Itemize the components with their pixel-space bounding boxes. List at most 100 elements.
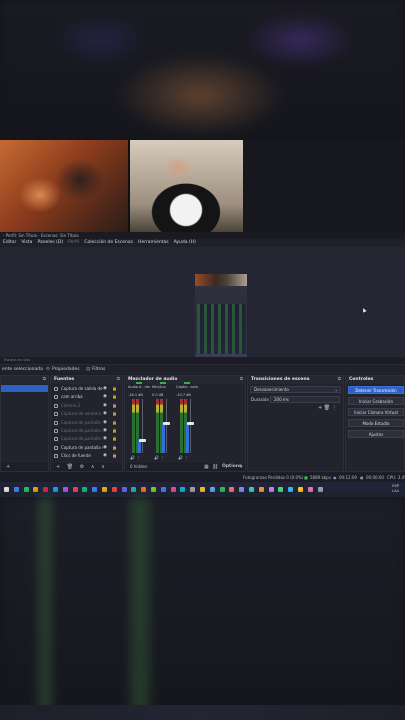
taskbar-app-icon[interactable] — [258, 487, 264, 492]
source-item[interactable]: Captura de pantalla 2 ◉ 🔒 — [53, 427, 122, 435]
lock-icon[interactable]: 🔒 — [112, 427, 117, 435]
eye-icon[interactable]: ◉ — [103, 385, 107, 393]
source-item[interactable]: cam arriba ◉ 🔒 — [53, 393, 122, 401]
lock-icon[interactable]: 🔒 — [112, 402, 117, 410]
taskbar-app-icon[interactable] — [151, 487, 156, 492]
lock-icon[interactable]: 🔒 — [112, 385, 117, 393]
menu-help[interactable]: Ayuda (H) — [174, 239, 196, 247]
eye-icon[interactable]: ◉ — [103, 410, 107, 418]
chevron-down-icon[interactable]: ▾ — [240, 463, 243, 471]
menu-view[interactable]: Vista — [21, 239, 32, 247]
preview-canvas[interactable] — [195, 274, 247, 366]
menu-profile[interactable]: Perfil — [68, 239, 79, 247]
lock-icon[interactable]: 🔒 — [112, 444, 117, 452]
eye-icon[interactable]: ◉ — [103, 444, 107, 452]
taskbar-app-icon[interactable] — [190, 487, 196, 492]
lock-icon[interactable]: 🔒 — [112, 435, 117, 443]
source-item[interactable]: Captura de salida de ◉ 🔒 — [53, 385, 122, 393]
source-properties-icon[interactable]: ⚙ — [80, 464, 84, 470]
taskbar-app-icon[interactable] — [23, 487, 29, 492]
taskbar-app-icon[interactable] — [33, 487, 39, 492]
taskbar-app-icon[interactable] — [102, 487, 107, 492]
menu-edit[interactable]: Editar — [3, 239, 16, 247]
remove-source-button[interactable]: 🗑 — [67, 464, 73, 470]
volume-slider-handle[interactable] — [139, 438, 146, 442]
transition-menu-icon[interactable]: ⋮ — [332, 405, 337, 411]
speaker-icon[interactable]: 🔊 — [178, 455, 183, 460]
source-item[interactable]: Clics de fuente ◉ 🔒 — [53, 452, 122, 460]
move-down-icon[interactable]: ∨ — [101, 464, 105, 470]
volume-slider-handle[interactable] — [163, 422, 170, 426]
start-virtual-camera-button[interactable]: Iniciar Cámara Virtual — [348, 408, 404, 416]
duration-input[interactable]: 200 ms — [270, 396, 340, 403]
dock-menu-icon[interactable]: ⧉ — [240, 376, 243, 384]
start-recording-button[interactable]: Iniciar Grabación — [348, 397, 404, 405]
source-item[interactable]: Captura de ventana ◉ 🔒 — [53, 410, 122, 418]
add-transition-button[interactable]: + — [318, 405, 322, 411]
taskbar-app-icon[interactable] — [180, 487, 186, 492]
preview-area[interactable] — [0, 247, 405, 366]
taskbar-app-icon[interactable] — [13, 487, 19, 492]
eye-icon[interactable]: ◉ — [103, 393, 107, 401]
stop-streaming-button[interactable]: Detener Transmisión — [348, 386, 404, 394]
eye-icon[interactable]: ◉ — [103, 427, 107, 435]
link-icon[interactable]: ⛓ — [212, 463, 218, 471]
transition-type-select[interactable]: Desvanecimiento ⌄ — [250, 386, 341, 393]
lock-icon[interactable]: 🔒 — [112, 452, 117, 460]
taskbar-app-icon[interactable] — [307, 487, 313, 492]
taskbar-app-icon[interactable] — [141, 487, 147, 492]
lock-icon[interactable]: 🔒 — [112, 410, 117, 418]
taskbar-app-icon[interactable] — [219, 487, 225, 492]
gear-icon[interactable]: ⚙ — [46, 365, 50, 374]
taskbar-app-icon[interactable] — [239, 487, 245, 492]
properties-button[interactable]: Propiedades — [52, 365, 80, 374]
taskbar-app-icon[interactable] — [249, 487, 254, 492]
studio-mode-button[interactable]: Modo Estudio — [348, 419, 404, 427]
dock-menu-icon[interactable]: ⧉ — [338, 376, 341, 384]
volume-slider-track[interactable] — [190, 399, 191, 453]
menu-tools[interactable]: Herramientas — [138, 239, 169, 247]
source-item[interactable]: Captura de pantalla 4 ◉ 🔒 — [53, 444, 122, 452]
taskbar-app-icon[interactable] — [160, 487, 166, 492]
volume-slider-track[interactable] — [166, 399, 167, 453]
taskbar-app-icon[interactable] — [170, 487, 176, 492]
add-source-button[interactable]: + — [56, 464, 60, 470]
taskbar-app-icon[interactable] — [209, 487, 215, 492]
eye-icon[interactable]: ◉ — [103, 452, 107, 460]
eye-icon[interactable]: ◉ — [103, 402, 107, 410]
taskbar-app-icon[interactable] — [43, 487, 49, 492]
source-item[interactable]: Captura de pantalla ◉ 🔒 — [53, 419, 122, 427]
channel-menu-icon[interactable]: ⋮ — [136, 455, 140, 460]
source-item[interactable]: Captura de pantalla 3 ◉ 🔒 — [53, 435, 122, 443]
taskbar-app-icon[interactable] — [200, 487, 205, 492]
lock-icon[interactable]: 🔒 — [112, 419, 117, 427]
menu-docks[interactable]: Paneles (D) — [37, 239, 63, 247]
eye-icon[interactable]: ◉ — [103, 419, 107, 427]
volume-slider-track[interactable] — [142, 399, 143, 453]
taskbar-app-icon[interactable] — [298, 487, 303, 492]
taskbar-app-icon[interactable] — [121, 487, 127, 492]
taskbar-app-icon[interactable] — [82, 487, 88, 492]
speaker-icon[interactable]: 🔊 — [154, 455, 159, 460]
dock-menu-icon[interactable]: ⧉ — [43, 376, 46, 384]
taskbar-app-icon[interactable] — [229, 487, 235, 492]
remove-transition-button[interactable]: 🗑 — [324, 405, 330, 411]
dock-menu-icon[interactable]: ⧉ — [117, 376, 120, 384]
scene-item-selected[interactable] — [1, 385, 48, 392]
taskbar-app-icon[interactable] — [317, 487, 323, 492]
menu-scene-collection[interactable]: Colección de Escenas — [84, 239, 133, 247]
channel-menu-icon[interactable]: ⋮ — [160, 455, 164, 460]
eye-icon[interactable]: ◉ — [103, 435, 107, 443]
taskbar-app-icon[interactable] — [72, 487, 78, 492]
taskbar-app-icon[interactable] — [92, 487, 98, 492]
options-button[interactable]: Options — [222, 463, 242, 471]
filter-icon[interactable]: ▤ — [86, 365, 90, 374]
taskbar-app-icon[interactable] — [288, 487, 294, 492]
settings-button[interactable]: Ajustes — [348, 430, 404, 438]
volume-slider-handle[interactable] — [187, 422, 194, 426]
channel-menu-icon[interactable]: ⋮ — [184, 455, 188, 460]
move-up-icon[interactable]: ∧ — [91, 464, 95, 470]
taskbar-app-icon[interactable] — [131, 487, 137, 492]
taskbar-app-icon[interactable] — [4, 487, 9, 492]
language-indicator-2[interactable]: LAA — [392, 489, 399, 494]
